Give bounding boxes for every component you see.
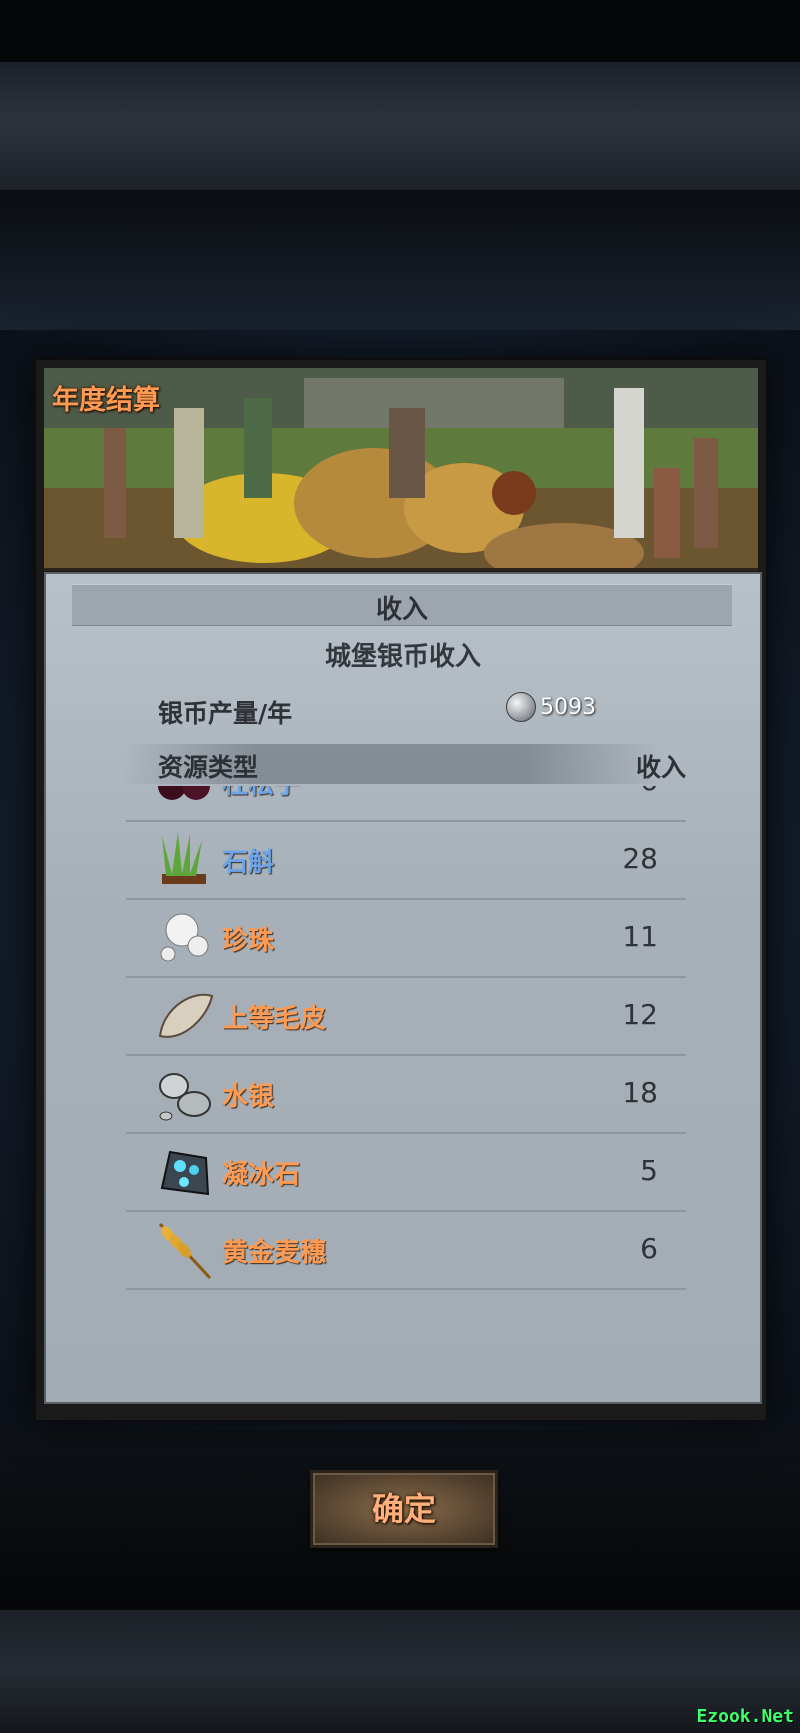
resource-name: 凝冰石 [222, 1160, 301, 1190]
resource-income: 12 [622, 998, 658, 1031]
resource-income: 28 [622, 842, 658, 875]
dendrobium-herb-icon [162, 832, 206, 884]
resource-name: 杜松子 [222, 786, 300, 801]
income-panel: 收入 城堡银币收入 银币产量/年 5093 资源类型 收入 杜松子 6 [44, 572, 762, 1548]
silver-production-label: 银币产量/年 [158, 699, 293, 728]
juniper-berries-icon [158, 786, 210, 800]
list-item: 珍珠 11 [126, 900, 686, 978]
background-bottom-stone [0, 1610, 800, 1733]
pearls-icon [160, 913, 209, 962]
watermark: Ezook.Net [696, 1706, 794, 1727]
resource-name: 珍珠 [222, 926, 275, 956]
resource-income: 18 [622, 1076, 658, 1109]
silver-production-value: 5093 [506, 692, 596, 722]
resource-income: 5 [640, 1154, 658, 1187]
column-resource-type: 资源类型 [158, 753, 259, 782]
resource-income: 11 [622, 920, 658, 953]
mercury-icon [159, 1073, 211, 1121]
section-header-bar: 收入 [72, 584, 732, 626]
column-income: 收入 [635, 753, 686, 782]
confirm-button[interactable]: 确定 [310, 1470, 498, 1548]
section-title: 收入 [375, 595, 428, 625]
background-stone-band [0, 62, 800, 190]
silver-amount: 5093 [540, 694, 596, 720]
list-item: 上等毛皮 12 [126, 978, 686, 1056]
list-item: 凝冰石 5 [126, 1134, 686, 1212]
list-item: 杜松子 6 [126, 786, 686, 822]
resource-name: 上等毛皮 [222, 1004, 327, 1034]
ice-stone-icon [160, 1150, 210, 1196]
resource-income: 6 [640, 786, 658, 797]
resource-name: 石斛 [222, 848, 275, 878]
list-item: 黄金麦穗 6 [126, 1212, 686, 1290]
resource-list[interactable]: 杜松子 6 石斛 28 珍珠 11 [126, 786, 686, 1311]
resource-name: 黄金麦穗 [222, 1238, 327, 1268]
list-item: 石斛 28 [126, 822, 686, 900]
background-top [0, 0, 800, 62]
resource-name: 水银 [222, 1082, 275, 1112]
resource-table-header: 资源类型 收入 [122, 744, 686, 784]
fur-pelt-icon [158, 993, 214, 1038]
background-dark-band [0, 190, 800, 330]
golden-wheat-icon [158, 1222, 212, 1280]
silver-income-subtitle: 城堡银币收入 [324, 642, 481, 672]
list-item: 水银 18 [126, 1056, 686, 1134]
resource-income: 6 [640, 1232, 658, 1265]
annual-settlement-dialog: 年度结算 收入 城堡银币收入 银币产量/年 5093 资源类型 收入 杜松子 6 [34, 358, 768, 1548]
silver-coin-icon [506, 692, 536, 722]
banner-title: 年度结算 [52, 385, 160, 416]
harvest-banner-illustration: 年度结算 [44, 368, 758, 571]
